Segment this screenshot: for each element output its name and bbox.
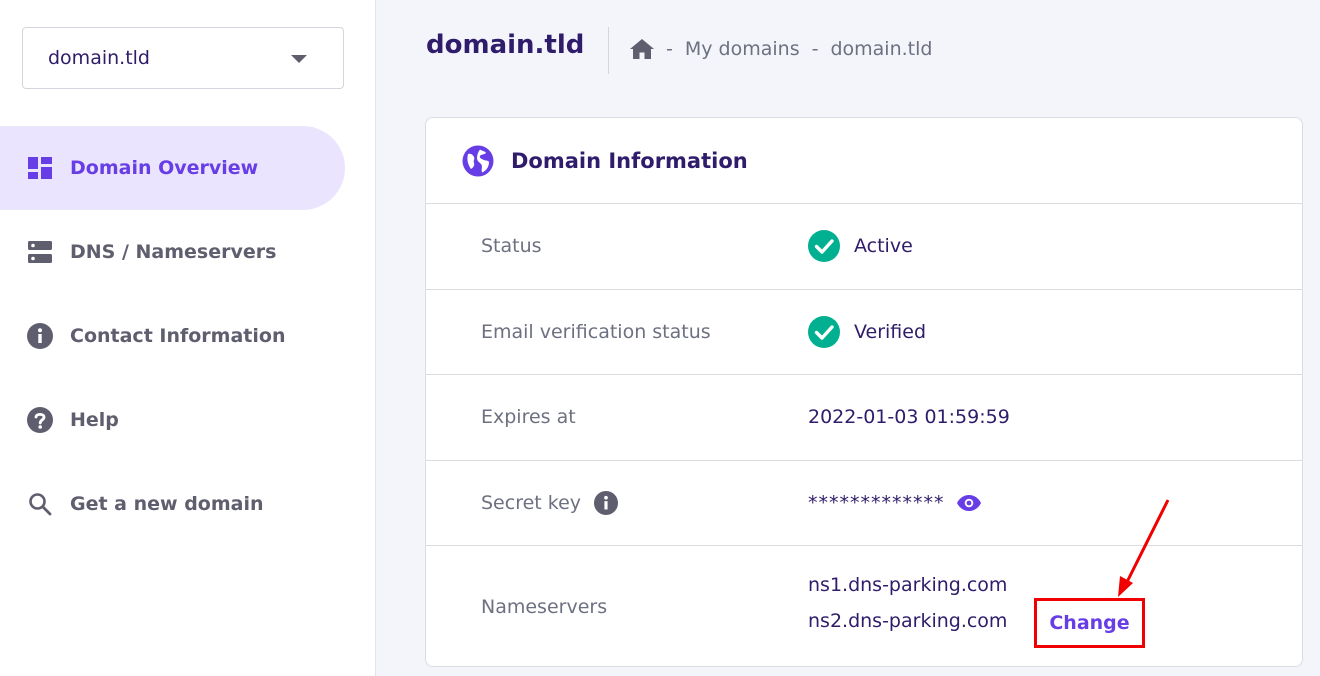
email-verification-text: Verified xyxy=(854,320,927,343)
secret-key-row: Secret key ************* xyxy=(426,461,1302,546)
expires-label: Expires at xyxy=(481,406,576,429)
secret-key-value: ************* xyxy=(808,492,981,514)
nameservers-label: Nameservers xyxy=(481,595,608,618)
email-verification-value: Verified xyxy=(808,315,927,348)
domain-information-card: Domain Information Status Active Email v… xyxy=(425,117,1303,667)
sidebar-item-label: DNS / Nameservers xyxy=(70,241,277,263)
change-nameservers-button[interactable]: Change xyxy=(1049,612,1129,634)
status-value: Active xyxy=(808,230,913,263)
nameservers-row: Nameservers ns1.dns-parking.com ns2.dns-… xyxy=(426,546,1302,666)
check-circle-icon xyxy=(808,230,840,263)
change-highlight-box: Change xyxy=(1034,598,1145,648)
secret-key-masked: ************* xyxy=(808,491,945,514)
sidebar-item-domain-overview[interactable]: Domain Overview xyxy=(0,126,345,210)
check-circle-icon xyxy=(808,315,840,348)
eye-icon[interactable] xyxy=(956,494,981,511)
email-verification-label: Email verification status xyxy=(481,320,711,343)
server-icon xyxy=(27,239,53,265)
info-icon[interactable] xyxy=(594,490,619,515)
breadcrumb: - My domains - domain.tld xyxy=(630,38,932,60)
secret-key-label-text: Secret key xyxy=(481,491,582,514)
nameserver-2: ns2.dns-parking.com xyxy=(808,610,1008,632)
expires-value: 2022-01-03 01:59:59 xyxy=(808,406,1010,429)
caret-down-icon xyxy=(291,55,307,63)
secret-key-label: Secret key xyxy=(481,490,619,515)
sidebar-item-get-new-domain[interactable]: Get a new domain xyxy=(0,462,345,546)
help-icon xyxy=(27,407,53,433)
header-divider xyxy=(608,27,609,74)
breadcrumb-my-domains[interactable]: My domains xyxy=(685,38,800,60)
sidebar-item-contact-information[interactable]: Contact Information xyxy=(0,294,345,378)
card-header: Domain Information xyxy=(426,118,1302,204)
home-icon[interactable] xyxy=(630,39,654,59)
breadcrumb-separator: - xyxy=(811,38,819,60)
sidebar-item-label: Get a new domain xyxy=(70,493,264,515)
expires-row: Expires at 2022-01-03 01:59:59 xyxy=(426,375,1302,461)
sidebar-item-help[interactable]: Help xyxy=(0,378,345,462)
domain-select[interactable]: domain.tld xyxy=(22,27,344,89)
status-label: Status xyxy=(481,235,542,258)
status-row: Status Active xyxy=(426,204,1302,290)
sidebar-item-label: Domain Overview xyxy=(70,157,259,179)
sidebar: domain.tld Domain Overview DNS / Nameser… xyxy=(0,0,376,676)
info-icon xyxy=(27,323,53,349)
domain-select-value: domain.tld xyxy=(48,47,150,69)
globe-icon xyxy=(462,145,494,177)
sidebar-item-dns-nameservers[interactable]: DNS / Nameservers xyxy=(0,210,345,294)
sidebar-item-label: Contact Information xyxy=(70,325,286,347)
page-title: domain.tld xyxy=(426,30,585,60)
search-icon xyxy=(27,491,53,517)
dashboard-icon xyxy=(27,155,53,181)
breadcrumb-separator: - xyxy=(666,38,673,60)
email-verification-row: Email verification status Verified xyxy=(426,290,1302,375)
status-text: Active xyxy=(854,235,913,258)
sidebar-item-label: Help xyxy=(70,409,119,431)
card-title: Domain Information xyxy=(511,148,748,173)
nameserver-1: ns1.dns-parking.com xyxy=(808,574,1008,596)
breadcrumb-current: domain.tld xyxy=(830,38,933,60)
